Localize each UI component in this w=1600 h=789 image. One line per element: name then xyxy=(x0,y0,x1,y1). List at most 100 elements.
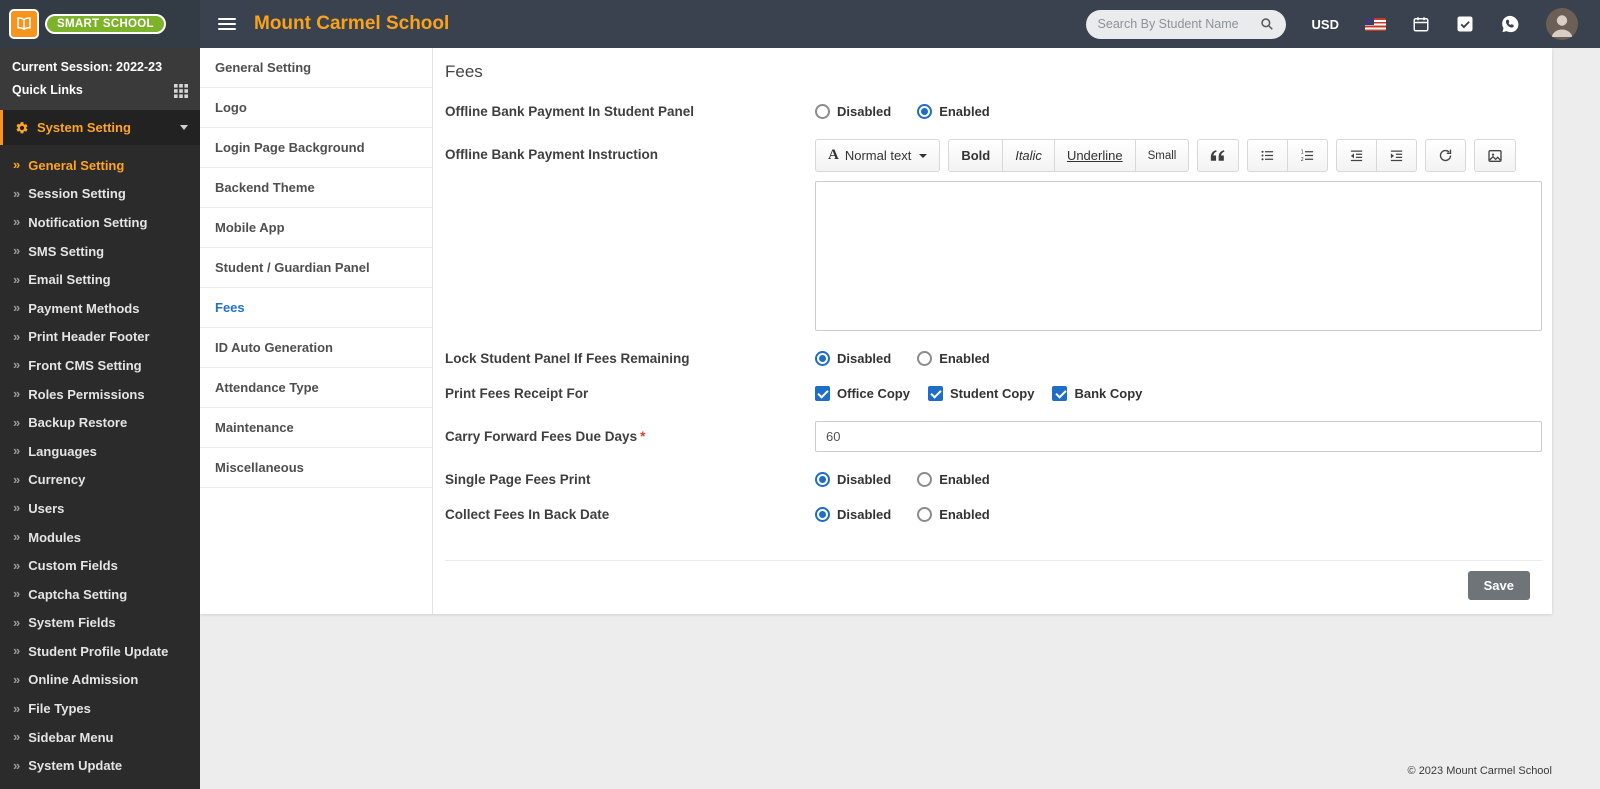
radio-option-disabled[interactable]: Disabled xyxy=(815,104,891,119)
sidebar-item-system-update[interactable]: System Update xyxy=(0,751,200,780)
radio-disabled[interactable] xyxy=(815,472,830,487)
rich-text-editor: A Normal text Bold Italic Underline Smal… xyxy=(815,139,1542,331)
unordered-list-button[interactable] xyxy=(1247,139,1289,172)
save-button[interactable]: Save xyxy=(1467,571,1530,600)
style-dropdown[interactable]: A Normal text xyxy=(815,139,941,172)
small-button[interactable]: Small xyxy=(1134,139,1190,172)
checkbox-label: Bank Copy xyxy=(1074,386,1143,401)
sidebar-item-session-setting[interactable]: Session Setting xyxy=(0,180,200,209)
radio-enabled[interactable] xyxy=(917,472,933,487)
double-chevron-icon xyxy=(13,528,20,546)
sidebar-item-system-fields[interactable]: System Fields xyxy=(0,609,200,638)
sidebar-item-modules[interactable]: Modules xyxy=(0,523,200,552)
sidebar-item-sms-setting[interactable]: SMS Setting xyxy=(0,237,200,266)
field-label: Single Page Fees Print xyxy=(445,472,591,487)
underline-button[interactable]: Underline xyxy=(1053,139,1136,172)
double-chevron-icon xyxy=(13,642,20,660)
subnav-item-backend-theme[interactable]: Backend Theme xyxy=(200,168,432,208)
subnav-item-attendance-type[interactable]: Attendance Type xyxy=(200,368,432,408)
sidebar-item-currency[interactable]: Currency xyxy=(0,466,200,495)
sidebar-item-notification-setting[interactable]: Notification Setting xyxy=(0,208,200,237)
subnav-item-fees[interactable]: Fees xyxy=(200,288,432,328)
sidebar-section-system-setting[interactable]: System Setting xyxy=(0,110,200,145)
subnav-item-student-guardian-panel[interactable]: Student / Guardian Panel xyxy=(200,248,432,288)
sidebar-item-file-types[interactable]: File Types xyxy=(0,694,200,723)
radio-disabled[interactable] xyxy=(815,351,830,366)
calendar-icon[interactable] xyxy=(1412,15,1430,33)
checkbox-option-student-copy[interactable]: Student Copy xyxy=(927,386,1034,401)
radio-option-disabled[interactable]: Disabled xyxy=(815,472,891,487)
grid-icon[interactable] xyxy=(174,83,188,98)
task-check-icon[interactable] xyxy=(1456,15,1474,33)
sidebar-item-languages[interactable]: Languages xyxy=(0,437,200,466)
us-flag-icon[interactable] xyxy=(1365,17,1386,31)
currency-selector[interactable]: USD xyxy=(1312,17,1339,32)
hamburger-menu-icon[interactable] xyxy=(218,18,236,30)
subnav-item-login-page-background[interactable]: Login Page Background xyxy=(200,128,432,168)
ordered-list-button[interactable]: 12 xyxy=(1287,139,1329,172)
sidebar-item-captcha-setting[interactable]: Captcha Setting xyxy=(0,580,200,609)
quick-links[interactable]: Quick Links xyxy=(12,79,188,102)
sidebar-item-custom-fields[interactable]: Custom Fields xyxy=(0,551,200,580)
settings-card: General Setting Logo Login Page Backgrou… xyxy=(200,48,1552,614)
radio-option-enabled[interactable]: Enabled xyxy=(917,104,990,119)
radio-option-disabled[interactable]: Disabled xyxy=(815,351,891,366)
radio-option-enabled[interactable]: Enabled xyxy=(917,507,990,522)
whatsapp-icon[interactable] xyxy=(1500,14,1520,34)
subnav-item-mobile-app[interactable]: Mobile App xyxy=(200,208,432,248)
bold-button[interactable]: Bold xyxy=(948,139,1004,172)
carry-forward-input[interactable] xyxy=(815,421,1542,452)
subnav-item-id-auto-generation[interactable]: ID Auto Generation xyxy=(200,328,432,368)
sidebar-item-online-admission[interactable]: Online Admission xyxy=(0,666,200,695)
radio-option-disabled[interactable]: Disabled xyxy=(815,507,891,522)
sidebar-item-student-profile-update[interactable]: Student Profile Update xyxy=(0,637,200,666)
double-chevron-icon xyxy=(13,585,20,603)
checkbox-option-office-copy[interactable]: Office Copy xyxy=(815,386,910,401)
redo-button[interactable] xyxy=(1425,139,1467,172)
radio-enabled[interactable] xyxy=(917,104,933,119)
indent-button[interactable] xyxy=(1376,139,1418,172)
sidebar-item-roles-permissions[interactable]: Roles Permissions xyxy=(0,380,200,409)
sidebar-item-print-header-footer[interactable]: Print Header Footer xyxy=(0,323,200,352)
form-row-collect-back-date: Collect Fees In Back Date Disabled Enabl… xyxy=(445,507,1542,522)
search-input[interactable] xyxy=(1097,17,1254,31)
field-label-text: Carry Forward Fees Due Days xyxy=(445,429,638,444)
blockquote-button[interactable] xyxy=(1197,139,1240,172)
image-icon xyxy=(1487,148,1503,164)
text-format-group: Bold Italic Underline Small xyxy=(948,139,1190,172)
subnav-item-general-setting[interactable]: General Setting xyxy=(200,48,432,88)
double-chevron-icon xyxy=(13,614,20,632)
student-search[interactable] xyxy=(1085,9,1286,39)
sidebar-item-email-setting[interactable]: Email Setting xyxy=(0,265,200,294)
student-copy-checkbox[interactable] xyxy=(927,386,943,401)
checkbox-option-bank-copy[interactable]: Bank Copy xyxy=(1052,386,1142,401)
form-row-single-page: Single Page Fees Print Disabled Enabled xyxy=(445,472,1542,487)
radio-disabled[interactable] xyxy=(815,104,830,119)
sidebar-item-users[interactable]: Users xyxy=(0,494,200,523)
sidebar-item-payment-methods[interactable]: Payment Methods xyxy=(0,294,200,323)
sidebar-item-front-cms-setting[interactable]: Front CMS Setting xyxy=(0,351,200,380)
search-icon[interactable] xyxy=(1260,17,1274,31)
sidebar-item-backup-restore[interactable]: Backup Restore xyxy=(0,408,200,437)
radio-option-enabled[interactable]: Enabled xyxy=(917,351,990,366)
subnav-item-maintenance[interactable]: Maintenance xyxy=(200,408,432,448)
editor-content[interactable] xyxy=(815,181,1542,331)
office-copy-checkbox[interactable] xyxy=(815,386,830,401)
radio-disabled[interactable] xyxy=(815,507,830,522)
outdent-button[interactable] xyxy=(1336,139,1378,172)
brand-logo[interactable]: SMART SCHOOL xyxy=(0,0,200,48)
radio-enabled[interactable] xyxy=(917,351,933,366)
radio-enabled[interactable] xyxy=(917,507,933,522)
subnav-item-logo[interactable]: Logo xyxy=(200,88,432,128)
subnav-item-miscellaneous[interactable]: Miscellaneous xyxy=(200,448,432,488)
sidebar-item-general-setting[interactable]: General Setting xyxy=(0,151,200,180)
insert-image-button[interactable] xyxy=(1474,139,1517,172)
user-avatar[interactable] xyxy=(1546,8,1578,40)
bank-copy-checkbox[interactable] xyxy=(1052,386,1068,401)
brand-name: SMART SCHOOL xyxy=(45,14,166,34)
sidebar-menu: General Setting Session Setting Notifica… xyxy=(0,145,200,786)
italic-button[interactable]: Italic xyxy=(1002,139,1055,172)
radio-option-enabled[interactable]: Enabled xyxy=(917,472,990,487)
style-dropdown-label: Normal text xyxy=(844,148,912,163)
sidebar-item-sidebar-menu[interactable]: Sidebar Menu xyxy=(0,723,200,752)
